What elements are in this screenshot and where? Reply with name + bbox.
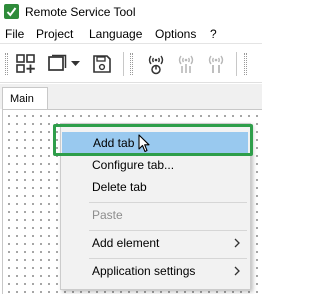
window-icon bbox=[46, 53, 68, 75]
toolbar-separator bbox=[236, 52, 237, 76]
title-bar: Remote Service Tool bbox=[0, 0, 262, 24]
app-icon bbox=[4, 4, 19, 19]
menu-options[interactable]: Options bbox=[155, 27, 196, 41]
tab-strip: Main bbox=[0, 84, 262, 110]
connect-button[interactable] bbox=[143, 51, 169, 77]
tab-main[interactable]: Main bbox=[2, 87, 48, 110]
antenna-signal-icon bbox=[174, 52, 198, 76]
menu-item-label: Add element bbox=[92, 236, 160, 250]
menu-item-label: Paste bbox=[92, 208, 123, 222]
save-icon bbox=[91, 53, 113, 75]
menu-item-paste: Paste bbox=[61, 204, 250, 226]
menu-separator bbox=[89, 202, 247, 203]
menu-language[interactable]: Language bbox=[89, 27, 142, 41]
menu-item-delete-tab[interactable]: Delete tab bbox=[61, 176, 250, 198]
dropdown-arrow-icon bbox=[70, 61, 80, 67]
toolbar-separator bbox=[123, 52, 124, 76]
tab-main-label: Main bbox=[10, 93, 34, 105]
disconnect-button bbox=[203, 51, 229, 77]
menu-separator bbox=[89, 258, 247, 259]
toolbar bbox=[0, 45, 262, 83]
chevron-right-icon bbox=[234, 265, 240, 279]
signal-button bbox=[173, 51, 199, 77]
toolbar-grip[interactable] bbox=[5, 53, 8, 75]
menu-item-label: Configure tab... bbox=[92, 158, 175, 172]
menu-item-add-element[interactable]: Add element bbox=[61, 232, 250, 254]
window-title: Remote Service Tool bbox=[25, 5, 136, 19]
window-layout-button[interactable] bbox=[44, 51, 70, 77]
chevron-right-icon bbox=[234, 237, 240, 251]
menu-bar: File Project Language Options ? bbox=[0, 24, 262, 44]
toolbar-grip[interactable] bbox=[130, 53, 133, 75]
menu-item-label: Application settings bbox=[92, 264, 196, 278]
menu-separator bbox=[89, 230, 247, 231]
grid-plus-icon bbox=[15, 53, 37, 75]
menu-item-application-settings[interactable]: Application settings bbox=[61, 260, 250, 282]
focus-highlight-outline bbox=[53, 124, 253, 156]
menu-file[interactable]: File bbox=[5, 27, 24, 41]
antenna-disconnect-icon bbox=[204, 52, 228, 76]
menu-help[interactable]: ? bbox=[210, 27, 217, 41]
mouse-pointer-icon bbox=[138, 134, 150, 156]
antenna-connect-icon bbox=[144, 52, 168, 76]
menu-project[interactable]: Project bbox=[36, 27, 73, 41]
save-button[interactable] bbox=[89, 51, 115, 77]
menu-item-label: Delete tab bbox=[92, 180, 147, 194]
menu-item-configure-tab[interactable]: Configure tab... bbox=[61, 154, 250, 176]
add-elements-button[interactable] bbox=[13, 51, 39, 77]
toolbar-grip[interactable] bbox=[244, 53, 247, 75]
layout-dropdown-button[interactable] bbox=[68, 51, 82, 77]
